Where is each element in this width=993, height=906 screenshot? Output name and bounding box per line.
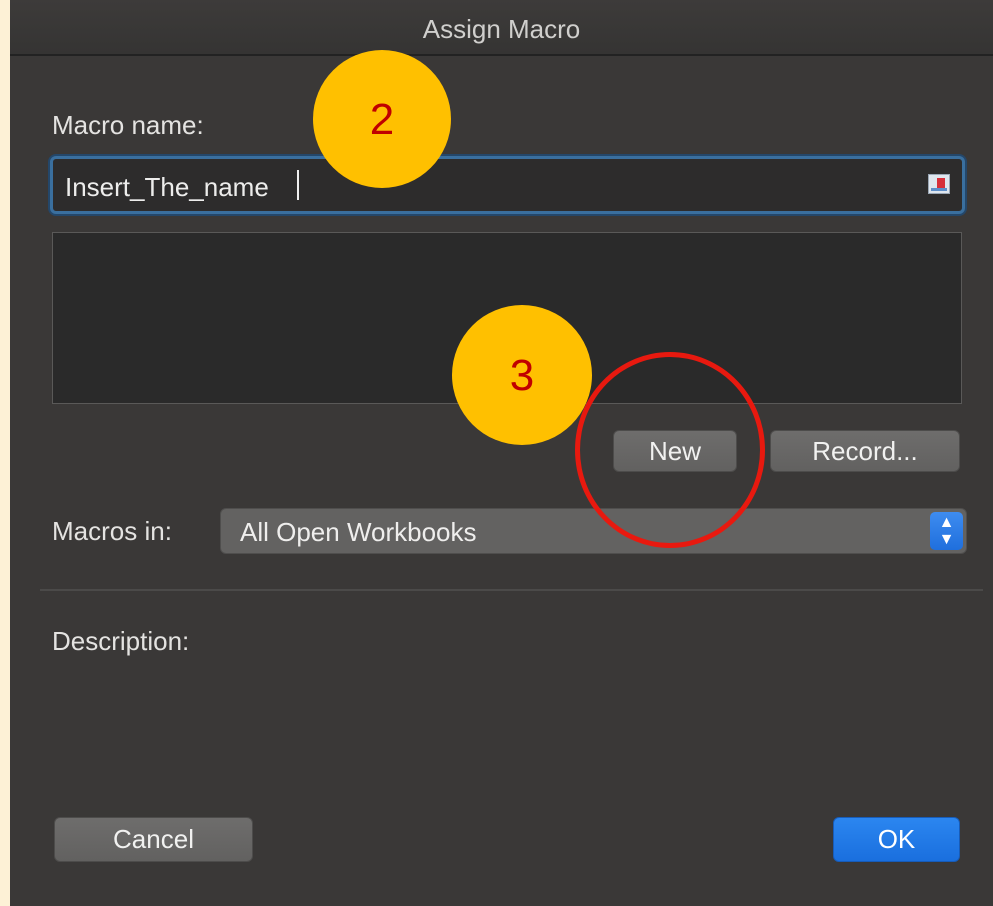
step-3-badge: 3	[452, 305, 592, 445]
title-bar: Assign Macro	[10, 0, 993, 56]
description-label: Description:	[52, 626, 190, 656]
macros-in-select[interactable]: All Open Workbooks ▲ ▼	[220, 508, 967, 554]
step-2-badge: 2	[313, 50, 451, 188]
address-card-icon[interactable]	[928, 174, 950, 194]
ok-button[interactable]: OK	[833, 817, 960, 862]
macro-name-label: Macro name:	[52, 110, 204, 140]
chevron-up-down-icon[interactable]: ▲ ▼	[930, 512, 963, 550]
macros-in-value: All Open Workbooks	[240, 517, 477, 547]
cancel-button[interactable]: Cancel	[54, 817, 253, 862]
macros-in-label: Macros in:	[52, 516, 172, 546]
macro-name-value: Insert_The_name	[65, 172, 269, 202]
text-caret	[297, 170, 299, 200]
record-button[interactable]: Record...	[770, 430, 960, 472]
macro-name-input[interactable]: Insert_The_name	[50, 156, 965, 214]
dialog-title: Assign Macro	[422, 14, 581, 44]
divider	[40, 589, 983, 591]
highlight-circle	[575, 352, 765, 548]
assign-macro-dialog: Assign Macro Macro name: Insert_The_name…	[10, 0, 993, 906]
